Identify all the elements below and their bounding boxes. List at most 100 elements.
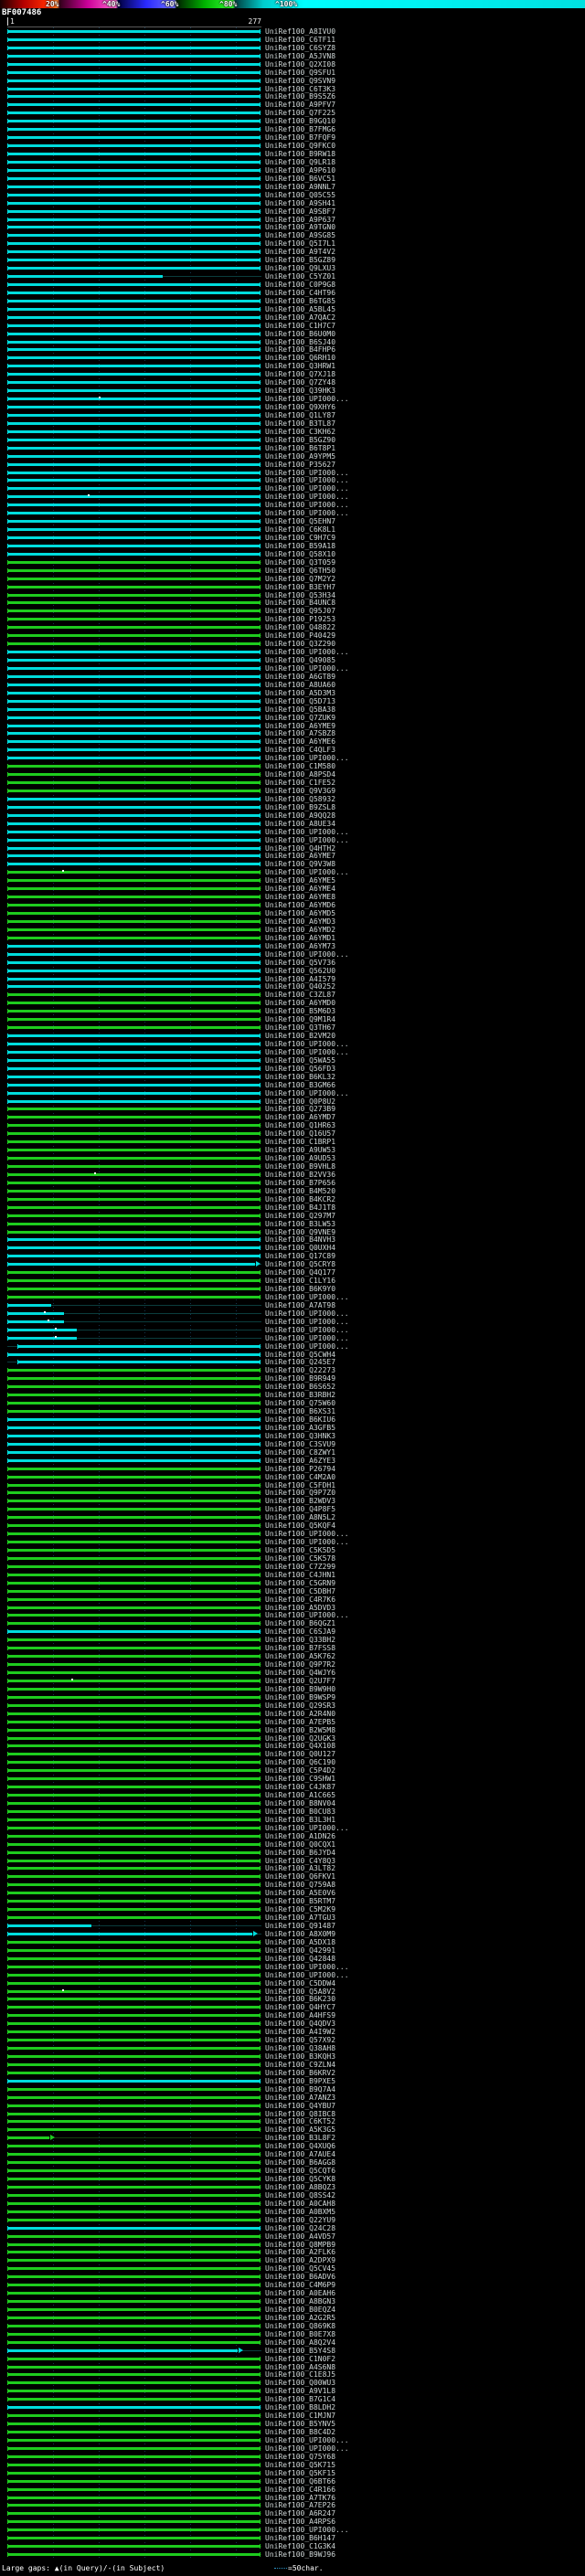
alignment-bar[interactable] bbox=[7, 2161, 261, 2164]
hit-label[interactable]: UniRef100_A6R247 bbox=[265, 2509, 335, 2518]
hit-label[interactable]: UniRef100_C5YZ01 bbox=[265, 272, 335, 281]
hit-label[interactable]: UniRef100_B0E7X8 bbox=[265, 2330, 335, 2338]
alignment-bar[interactable] bbox=[7, 487, 261, 490]
hit-label[interactable]: UniRef100_Q6FKV1 bbox=[265, 1872, 335, 1881]
hit-label[interactable]: UniRef100_C4R166 bbox=[265, 2486, 335, 2494]
alignment-bar[interactable] bbox=[7, 1516, 261, 1519]
hit-label[interactable]: UniRef100_B6QGZ1 bbox=[265, 1619, 335, 1627]
hit-label[interactable]: UniRef100_Q38AH8 bbox=[265, 2044, 335, 2052]
hit-label[interactable]: UniRef100_C4JHN1 bbox=[265, 1571, 335, 1579]
hit-label[interactable]: UniRef100_UPI000... bbox=[265, 1048, 349, 1056]
alignment-bar[interactable] bbox=[7, 218, 261, 221]
alignment-bar[interactable] bbox=[7, 871, 261, 874]
hit-label[interactable]: UniRef100_B6JYD4 bbox=[265, 1849, 335, 1857]
alignment-bar[interactable] bbox=[7, 1769, 261, 1772]
hit-label[interactable]: UniRef100_A5DVD3 bbox=[265, 1604, 335, 1612]
alignment-bar[interactable] bbox=[7, 2422, 261, 2425]
alignment-bar[interactable] bbox=[7, 1312, 64, 1315]
alignment-bar[interactable] bbox=[7, 586, 261, 588]
alignment-bar[interactable] bbox=[7, 528, 261, 531]
hit-label[interactable]: UniRef100_Q0P8U2 bbox=[265, 1097, 335, 1106]
alignment-bar[interactable] bbox=[7, 398, 261, 400]
alignment-bar[interactable] bbox=[7, 2553, 261, 2556]
alignment-bar[interactable] bbox=[7, 839, 261, 842]
alignment-bar[interactable] bbox=[7, 186, 261, 188]
hit-label[interactable]: UniRef100_C9ZLN4 bbox=[265, 2061, 335, 2069]
alignment-bar[interactable] bbox=[7, 1549, 261, 1552]
hit-label[interactable]: UniRef100_Q5CYK8 bbox=[265, 2175, 335, 2183]
alignment-bar[interactable] bbox=[7, 1410, 261, 1413]
alignment-bar[interactable] bbox=[7, 1574, 261, 1576]
alignment-bar[interactable] bbox=[7, 300, 261, 302]
alignment-bar[interactable] bbox=[7, 684, 261, 686]
hit-label[interactable]: UniRef100_UPI000... bbox=[265, 395, 349, 403]
hit-label[interactable]: UniRef100_UPI000... bbox=[265, 754, 349, 762]
alignment-bar[interactable] bbox=[7, 708, 261, 711]
alignment-bar[interactable] bbox=[7, 292, 261, 294]
hit-label[interactable]: UniRef100_A7AUE4 bbox=[265, 2150, 335, 2158]
hit-label[interactable]: UniRef100_A6ZYE3 bbox=[265, 1457, 335, 1465]
hit-label[interactable]: UniRef100_Q5KF15 bbox=[265, 2469, 335, 2477]
hit-label[interactable]: UniRef100_B9VHL8 bbox=[265, 1162, 335, 1171]
hit-label[interactable]: UniRef100_B2WDV3 bbox=[265, 1497, 335, 1505]
alignment-bar[interactable] bbox=[7, 1132, 261, 1135]
alignment-bar[interactable] bbox=[7, 1304, 51, 1307]
hit-label[interactable]: UniRef100_Q33BH2 bbox=[265, 1636, 335, 1644]
alignment-bar[interactable] bbox=[7, 1990, 261, 1993]
alignment-bar[interactable] bbox=[7, 30, 261, 33]
alignment-bar[interactable] bbox=[7, 1982, 261, 1985]
hit-label[interactable]: UniRef100_UPI000... bbox=[265, 1309, 349, 1318]
alignment-bar[interactable] bbox=[7, 2455, 261, 2458]
hit-label[interactable]: UniRef100_Q95J07 bbox=[265, 607, 335, 615]
hit-label[interactable]: UniRef100_Q2XI08 bbox=[265, 60, 335, 69]
hit-label[interactable]: UniRef100_Q39HK3 bbox=[265, 387, 335, 395]
alignment-bar[interactable] bbox=[7, 675, 261, 678]
hit-label[interactable]: UniRef100_C1H7C7 bbox=[265, 322, 335, 330]
hit-label[interactable]: UniRef100_A9P610 bbox=[265, 166, 335, 175]
alignment-bar[interactable] bbox=[7, 1696, 261, 1699]
alignment-bar[interactable] bbox=[7, 1704, 261, 1707]
hit-label[interactable]: UniRef100_C5K5D5 bbox=[265, 1546, 335, 1554]
hit-label[interactable]: UniRef100_C6K8L1 bbox=[265, 525, 335, 534]
hit-label[interactable]: UniRef100_A2G2R5 bbox=[265, 2314, 335, 2322]
alignment-bar[interactable] bbox=[7, 748, 261, 751]
alignment-bar[interactable] bbox=[7, 2488, 261, 2491]
alignment-bar[interactable] bbox=[7, 210, 261, 213]
alignment-bar[interactable] bbox=[7, 422, 261, 425]
hit-label[interactable]: UniRef100_B6XS31 bbox=[265, 1407, 335, 1415]
alignment-bar[interactable] bbox=[7, 341, 261, 344]
alignment-bar[interactable] bbox=[7, 1867, 261, 1870]
alignment-bar[interactable] bbox=[7, 2349, 238, 2352]
hit-label[interactable]: UniRef100_Q5KQF4 bbox=[265, 1521, 335, 1530]
alignment-bar[interactable] bbox=[7, 1026, 261, 1029]
hit-label[interactable]: UniRef100_A1DN26 bbox=[265, 1832, 335, 1840]
alignment-bar[interactable] bbox=[7, 2178, 261, 2180]
alignment-bar[interactable] bbox=[7, 2275, 261, 2278]
alignment-bar[interactable] bbox=[7, 854, 261, 857]
hit-label[interactable]: UniRef100_A8UE34 bbox=[265, 820, 335, 828]
alignment-bar[interactable] bbox=[7, 1051, 261, 1054]
hit-label[interactable]: UniRef100_A6YM73 bbox=[265, 942, 335, 950]
alignment-bar[interactable] bbox=[7, 348, 261, 351]
hit-label[interactable]: UniRef100_B3L8F2 bbox=[265, 2134, 335, 2142]
hit-label[interactable]: UniRef100_A8N5L2 bbox=[265, 1513, 335, 1521]
alignment-bar[interactable] bbox=[7, 194, 261, 196]
alignment-bar[interactable] bbox=[7, 904, 261, 906]
hit-label[interactable]: UniRef100_A6YMD7 bbox=[265, 1113, 335, 1121]
hit-label[interactable]: UniRef100_A9PFV7 bbox=[265, 101, 335, 109]
alignment-bar[interactable] bbox=[7, 2063, 261, 2066]
alignment-bar[interactable] bbox=[7, 2047, 261, 2050]
alignment-bar[interactable] bbox=[7, 970, 261, 972]
alignment-bar[interactable] bbox=[7, 1557, 261, 1560]
hit-label[interactable]: UniRef100_B3KQH3 bbox=[265, 2052, 335, 2061]
alignment-bar[interactable] bbox=[7, 978, 261, 981]
alignment-bar[interactable] bbox=[7, 120, 261, 122]
alignment-bar[interactable] bbox=[7, 651, 261, 653]
alignment-bar[interactable] bbox=[7, 63, 261, 66]
alignment-bar[interactable] bbox=[7, 1059, 261, 1062]
alignment-bar[interactable] bbox=[7, 2104, 261, 2107]
alignment-bar[interactable] bbox=[7, 1843, 261, 1846]
hit-label[interactable]: UniRef100_Q4HYC7 bbox=[265, 2003, 335, 2011]
alignment-bar[interactable] bbox=[7, 1590, 261, 1593]
alignment-bar[interactable] bbox=[7, 333, 261, 335]
